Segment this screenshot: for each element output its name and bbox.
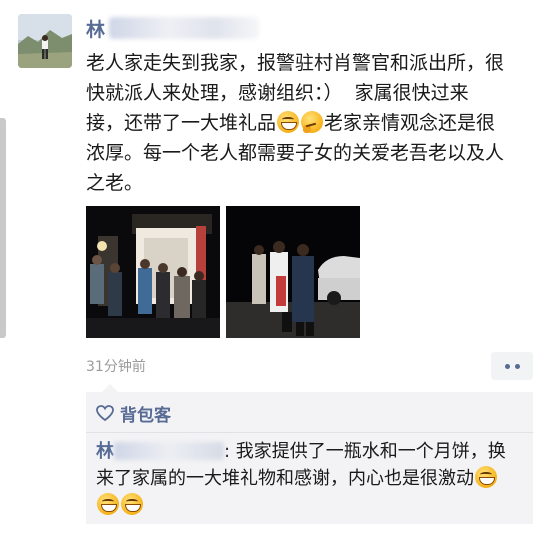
post-text: 老人家走失到我家，报警驻村肖警官和派出所，很快就派人来处理，感谢组织：） 家属很…	[86, 48, 506, 198]
grin-emoji	[97, 493, 119, 515]
dot-icon	[514, 363, 520, 369]
post-author-name[interactable]: 林	[86, 15, 105, 42]
comment-author[interactable]: 林	[96, 441, 114, 462]
dot-icon	[504, 363, 510, 369]
scrollbar[interactable]	[0, 118, 6, 338]
heart-icon	[96, 405, 114, 421]
avatar-image	[18, 14, 72, 68]
post-photo-2[interactable]	[226, 206, 360, 338]
comments-panel: 背包客 林: 我家提供了一瓶水和一个月饼，换来了家属的一大堆礼物和感谢，内心也是…	[86, 384, 533, 524]
grin-emoji	[475, 466, 497, 488]
post-photo-1[interactable]	[86, 206, 220, 338]
name-redaction	[109, 17, 260, 39]
think-emoji	[301, 111, 324, 133]
night-doorway-photo	[86, 206, 220, 338]
name-redaction	[114, 442, 224, 460]
comment-item[interactable]: 林: 我家提供了一瓶水和一个月饼，换来了家属的一大堆礼物和感谢，内心也是很激动	[96, 438, 516, 519]
grin-emoji	[121, 493, 143, 515]
grin-emoji	[277, 111, 300, 133]
post-timestamp: 31分钟前	[86, 359, 146, 375]
post-author-row[interactable]: 林	[86, 14, 260, 42]
liker-name[interactable]: 背包客	[120, 401, 171, 426]
night-car-photo	[226, 206, 360, 338]
likes-row[interactable]: 背包客	[96, 400, 171, 426]
more-actions-button[interactable]	[491, 352, 533, 380]
avatar[interactable]	[18, 14, 72, 68]
divider	[86, 432, 533, 433]
